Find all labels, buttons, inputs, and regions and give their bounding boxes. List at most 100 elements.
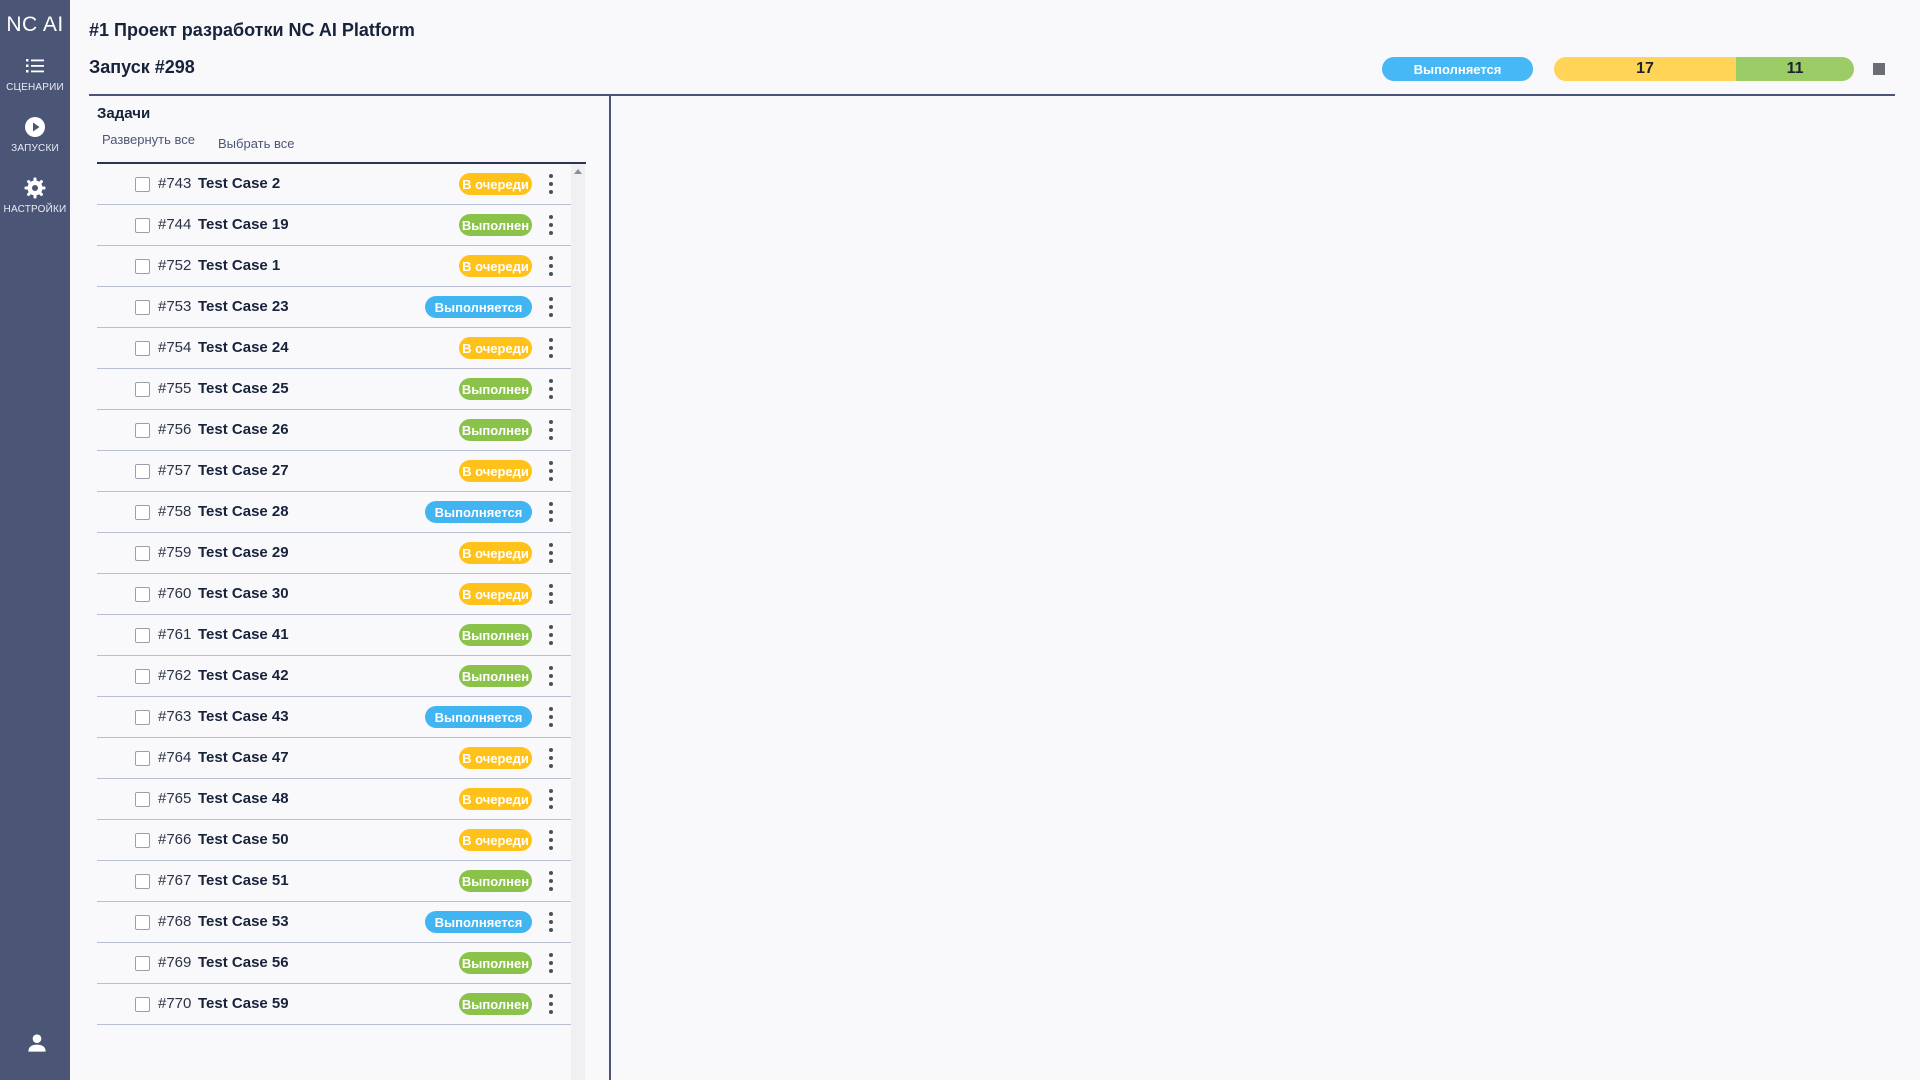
more-options-icon[interactable] — [548, 502, 554, 522]
task-row[interactable]: #753 Test Case 23 Выполняется — [97, 287, 571, 328]
sidebar-item-runs[interactable]: ЗАПУСКИ — [0, 115, 70, 154]
task-checkbox[interactable] — [135, 218, 150, 233]
task-row[interactable]: #767 Test Case 51 Выполнен — [97, 861, 571, 902]
task-checkbox[interactable] — [135, 464, 150, 479]
task-row[interactable]: #759 Test Case 29 В очереди — [97, 533, 571, 574]
task-checkbox[interactable] — [135, 505, 150, 520]
task-checkbox[interactable] — [135, 751, 150, 766]
task-checkbox[interactable] — [135, 956, 150, 971]
sidebar-item-label: НАСТРОЙКИ — [3, 204, 67, 215]
task-row[interactable]: #757 Test Case 27 В очереди — [97, 451, 571, 492]
task-checkbox[interactable] — [135, 423, 150, 438]
task-row[interactable]: #743 Test Case 2 В очереди — [97, 164, 571, 205]
sidebar-item-settings[interactable]: НАСТРОЙКИ — [0, 176, 70, 215]
sidebar: NC AI СЦЕНАРИИ ЗАПУСКИ НАСТРОЙКИ — [0, 0, 70, 1080]
more-options-icon[interactable] — [548, 461, 554, 481]
task-list-scrollbar[interactable] — [571, 164, 585, 1080]
task-name: Test Case 51 — [198, 872, 289, 889]
sidebar-item-label: СЦЕНАРИИ — [6, 82, 64, 93]
more-options-icon[interactable] — [548, 707, 554, 727]
task-status-badge: В очереди — [459, 829, 532, 851]
more-options-icon[interactable] — [548, 215, 554, 235]
task-row[interactable]: #764 Test Case 47 В очереди — [97, 738, 571, 779]
task-id: #754 — [158, 339, 192, 356]
more-options-icon[interactable] — [548, 584, 554, 604]
task-row[interactable]: #769 Test Case 56 Выполнен — [97, 943, 571, 984]
more-options-icon[interactable] — [548, 625, 554, 645]
more-options-icon[interactable] — [548, 174, 554, 194]
task-name: Test Case 41 — [198, 626, 289, 643]
task-row[interactable]: #744 Test Case 19 Выполнен — [97, 205, 571, 246]
more-options-icon[interactable] — [548, 830, 554, 850]
task-row[interactable]: #761 Test Case 41 Выполнен — [97, 615, 571, 656]
sidebar-item-scenarios[interactable]: СЦЕНАРИИ — [0, 54, 70, 93]
task-checkbox[interactable] — [135, 382, 150, 397]
expand-all-button[interactable]: Развернуть все — [102, 132, 195, 147]
more-options-icon[interactable] — [548, 543, 554, 563]
task-checkbox[interactable] — [135, 874, 150, 889]
more-options-icon[interactable] — [548, 789, 554, 809]
task-name: Test Case 42 — [198, 667, 289, 684]
task-row[interactable]: #760 Test Case 30 В очереди — [97, 574, 571, 615]
task-id: #743 — [158, 175, 192, 192]
more-options-icon[interactable] — [548, 256, 554, 276]
task-status-badge: Выполнен — [459, 952, 532, 974]
more-options-icon[interactable] — [548, 912, 554, 932]
task-status-badge: Выполнен — [459, 870, 532, 892]
task-id: #766 — [158, 831, 192, 848]
task-id: #759 — [158, 544, 192, 561]
task-id: #770 — [158, 995, 192, 1012]
task-checkbox[interactable] — [135, 341, 150, 356]
more-options-icon[interactable] — [548, 953, 554, 973]
more-options-icon[interactable] — [548, 748, 554, 768]
task-status-badge: В очереди — [459, 542, 532, 564]
task-checkbox[interactable] — [135, 997, 150, 1012]
task-row[interactable]: #762 Test Case 42 Выполнен — [97, 656, 571, 697]
task-row[interactable]: #770 Test Case 59 Выполнен — [97, 984, 571, 1025]
task-checkbox[interactable] — [135, 300, 150, 315]
task-row[interactable]: #768 Test Case 53 Выполняется — [97, 902, 571, 943]
task-row[interactable]: #754 Test Case 24 В очереди — [97, 328, 571, 369]
task-checkbox[interactable] — [135, 259, 150, 274]
task-id: #761 — [158, 626, 192, 643]
task-status-badge: В очереди — [459, 460, 532, 482]
task-status-badge: В очереди — [459, 337, 532, 359]
task-checkbox[interactable] — [135, 792, 150, 807]
task-row[interactable]: #766 Test Case 50 В очереди — [97, 820, 571, 861]
task-checkbox[interactable] — [135, 833, 150, 848]
task-checkbox[interactable] — [135, 669, 150, 684]
task-checkbox[interactable] — [135, 587, 150, 602]
task-status-badge: Выполнен — [459, 214, 532, 236]
task-row[interactable]: #758 Test Case 28 Выполняется — [97, 492, 571, 533]
task-checkbox[interactable] — [135, 710, 150, 725]
more-options-icon[interactable] — [548, 666, 554, 686]
user-icon[interactable] — [24, 1030, 50, 1056]
project-title: #1 Проект разработки NC AI Platform — [89, 20, 415, 40]
task-id: #752 — [158, 257, 192, 274]
task-id: #757 — [158, 462, 192, 479]
select-all-button[interactable]: Выбрать все — [218, 136, 294, 151]
task-checkbox[interactable] — [135, 546, 150, 561]
task-name: Test Case 30 — [198, 585, 289, 602]
task-checkbox[interactable] — [135, 177, 150, 192]
stop-run-button[interactable] — [1873, 63, 1885, 75]
task-checkbox[interactable] — [135, 915, 150, 930]
scroll-up-icon[interactable] — [574, 169, 582, 174]
task-row[interactable]: #752 Test Case 1 В очереди — [97, 246, 571, 287]
task-row[interactable]: #763 Test Case 43 Выполняется — [97, 697, 571, 738]
more-options-icon[interactable] — [548, 379, 554, 399]
task-row[interactable]: #755 Test Case 25 Выполнен — [97, 369, 571, 410]
more-options-icon[interactable] — [548, 994, 554, 1014]
task-row[interactable]: #756 Test Case 26 Выполнен — [97, 410, 571, 451]
task-checkbox[interactable] — [135, 628, 150, 643]
header-divider — [89, 94, 1895, 96]
task-name: Test Case 27 — [198, 462, 289, 479]
more-options-icon[interactable] — [548, 871, 554, 891]
task-status-badge: В очереди — [459, 583, 532, 605]
task-row[interactable]: #765 Test Case 48 В очереди — [97, 779, 571, 820]
more-options-icon[interactable] — [548, 338, 554, 358]
more-options-icon[interactable] — [548, 420, 554, 440]
more-options-icon[interactable] — [548, 297, 554, 317]
task-id: #762 — [158, 667, 192, 684]
task-name: Test Case 47 — [198, 749, 289, 766]
